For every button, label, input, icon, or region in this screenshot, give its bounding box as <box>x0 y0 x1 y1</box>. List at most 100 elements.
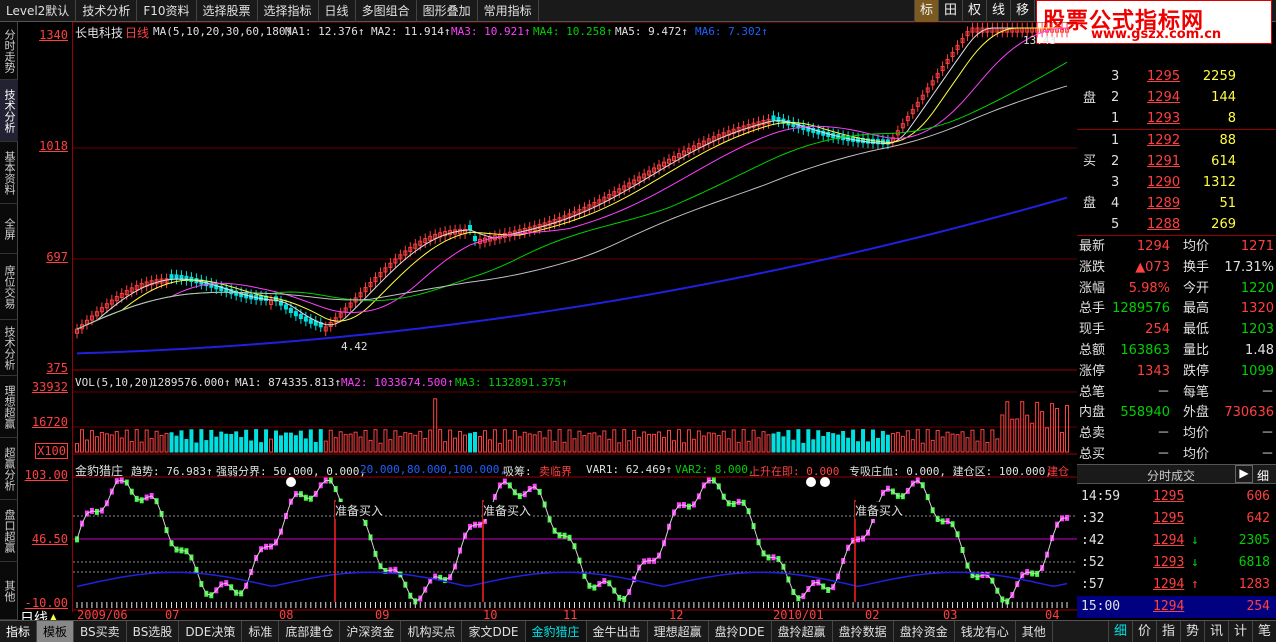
stat-value: 1203 <box>1240 322 1274 338</box>
tab-other[interactable]: 其他 <box>0 562 18 620</box>
tab-fundamentals[interactable]: 基本资料 <box>0 142 18 204</box>
toolbar-grid-button[interactable]: 田 <box>938 0 962 22</box>
buy3-price[interactable]: 1290 <box>1147 172 1180 193</box>
tab-handicap-win[interactable]: 盘口超赢 <box>0 500 18 562</box>
bottom-tab-jinniu[interactable]: 金牛出击 <box>587 620 648 642</box>
buy4-price[interactable]: 1289 <box>1147 193 1180 214</box>
buy1-price[interactable]: 1292 <box>1147 130 1180 151</box>
price-label-3: 697 <box>46 250 68 264</box>
bottom-tab-capital[interactable]: 沪深资金 <box>340 620 402 642</box>
volume-bar <box>686 429 691 453</box>
tab-intraday[interactable]: 分时走势 <box>0 22 18 80</box>
vol-label-mid: 16720 <box>31 415 68 429</box>
nav-detail[interactable]: 细 <box>1108 621 1132 642</box>
tick-more-button[interactable]: 细 <box>1257 467 1269 484</box>
bottom-tab-indicator[interactable]: 指标 <box>0 620 38 642</box>
volume-bar <box>219 431 224 453</box>
bottom-tab-dde[interactable]: DDE决策 <box>179 620 243 642</box>
volume-bar <box>826 432 831 453</box>
chart-area[interactable]: 长电科技 日线 MA(5,10,20,30,60,180) MA1: 12.37… <box>73 22 1077 612</box>
menu-f10[interactable]: F10资料 <box>137 0 197 22</box>
volume-bar <box>970 429 975 453</box>
toolbar-rights-button[interactable]: 权 <box>962 0 986 22</box>
nav-price[interactable]: 价 <box>1132 621 1156 642</box>
bottom-tab-jiawen[interactable]: 家文DDE <box>462 620 526 642</box>
volume-bar <box>323 440 328 453</box>
menu-tech-analysis[interactable]: 技术分析 <box>76 0 138 22</box>
tab-ideal-win[interactable]: 理想超赢 <box>0 376 18 438</box>
tab-tech-analysis[interactable]: 技术分析 <box>0 80 18 142</box>
toolbar-mark-button[interactable]: 标 <box>914 0 938 22</box>
bottom-tab-qianlong[interactable]: 钱龙有心 <box>955 620 1016 642</box>
nav-trend[interactable]: 势 <box>1180 621 1204 642</box>
tab-seat-trading[interactable]: 席位交易 <box>0 254 18 320</box>
volume-bar <box>781 436 786 453</box>
tab-win-analysis[interactable]: 超赢分析 <box>0 438 18 500</box>
buy5-price[interactable]: 1288 <box>1147 214 1180 235</box>
chart-mark <box>303 316 308 322</box>
sell2-price[interactable]: 1294 <box>1147 87 1180 108</box>
bottom-tab-template[interactable]: 模板 <box>37 620 75 642</box>
volume-bar <box>179 430 184 453</box>
buy2-price[interactable]: 1291 <box>1147 151 1180 172</box>
sell3-price[interactable]: 1295 <box>1147 66 1180 87</box>
chart-mark <box>293 311 298 317</box>
buy4-level: 4 <box>1111 196 1120 211</box>
nav-news[interactable]: 讯 <box>1204 621 1228 642</box>
bottom-tab-panling-data[interactable]: 盘拎数据 <box>833 620 894 642</box>
volume-bar <box>861 429 866 453</box>
volume-bar <box>487 439 492 453</box>
bottom-tab-ideal[interactable]: 理想超赢 <box>648 620 709 642</box>
menu-select-indicator[interactable]: 选择指标 <box>258 0 319 22</box>
nav-notes[interactable]: 笔 <box>1252 621 1276 642</box>
stat-value: 558940 <box>1120 405 1170 421</box>
buy3-level: 3 <box>1111 175 1120 190</box>
tick-time: :32 <box>1081 511 1105 526</box>
tab-fullscreen[interactable]: 全屏 <box>0 204 18 254</box>
bottom-tab-jinbao[interactable]: 金豹猎庄 <box>525 620 587 642</box>
bottom-tab-bs-select[interactable]: BS选股 <box>127 620 180 642</box>
volume-bar <box>84 439 89 453</box>
tab-tech-analysis-2[interactable]: 技术分析 <box>0 320 18 376</box>
bottom-tab-standard[interactable]: 标准 <box>242 620 280 642</box>
bottom-tab-panling-capital[interactable]: 盘拎资金 <box>894 620 955 642</box>
sell1-price[interactable]: 1293 <box>1147 108 1180 129</box>
sell1-level: 1 <box>1111 111 1120 126</box>
volume-bar <box>423 437 428 453</box>
volume-bar <box>264 429 269 453</box>
volume-bar <box>517 436 522 453</box>
menu-select-stock[interactable]: 选择股票 <box>197 0 258 22</box>
toolbar-move-button[interactable]: 移 <box>1010 0 1034 22</box>
volume-bar <box>368 439 373 453</box>
play-icon[interactable]: ▶ <box>1235 465 1253 483</box>
volume-bar <box>751 429 756 453</box>
bottom-tab-bottom-build[interactable]: 底部建仓 <box>279 620 341 642</box>
toolbar-line-button[interactable]: 线 <box>986 0 1010 22</box>
bottom-tab-bs-trade[interactable]: BS买卖 <box>74 620 127 642</box>
chart-canvas[interactable] <box>73 22 1077 612</box>
bottom-tab-other[interactable]: 其他 <box>1016 620 1053 642</box>
tick-price: 1294 <box>1153 577 1185 592</box>
volume-bar <box>572 438 577 453</box>
chart-mark <box>771 115 776 121</box>
stat-label: 涨幅 <box>1079 280 1106 296</box>
menu-daily[interactable]: 日线 <box>319 0 356 22</box>
nav-index[interactable]: 指 <box>1156 621 1180 642</box>
bottom-tab-panling-dde[interactable]: 盘拎DDE <box>709 620 772 642</box>
menu-common-indicator[interactable]: 常用指标 <box>478 0 539 22</box>
menu-multi-chart[interactable]: 多图组合 <box>356 0 417 22</box>
volume-bar <box>597 435 602 453</box>
menu-level2-default[interactable]: Level2默认 <box>0 0 77 22</box>
indicator-build: 建仓 <box>1047 465 1069 478</box>
bottom-tab-panling-win[interactable]: 盘拎超赢 <box>772 620 833 642</box>
volume-bar <box>811 439 816 453</box>
volume-bar <box>109 434 114 453</box>
bottom-tab-institution[interactable]: 机构买点 <box>401 620 463 642</box>
stat-value: － <box>1156 384 1170 400</box>
volume-bar <box>134 429 139 453</box>
stat-value: 17.31% <box>1224 259 1274 275</box>
nav-calc[interactable]: 计 <box>1228 621 1252 642</box>
buy5-volume: 269 <box>1211 217 1236 232</box>
tick-volume: 1283 <box>1238 577 1270 592</box>
menu-overlay[interactable]: 图形叠加 <box>417 0 478 22</box>
